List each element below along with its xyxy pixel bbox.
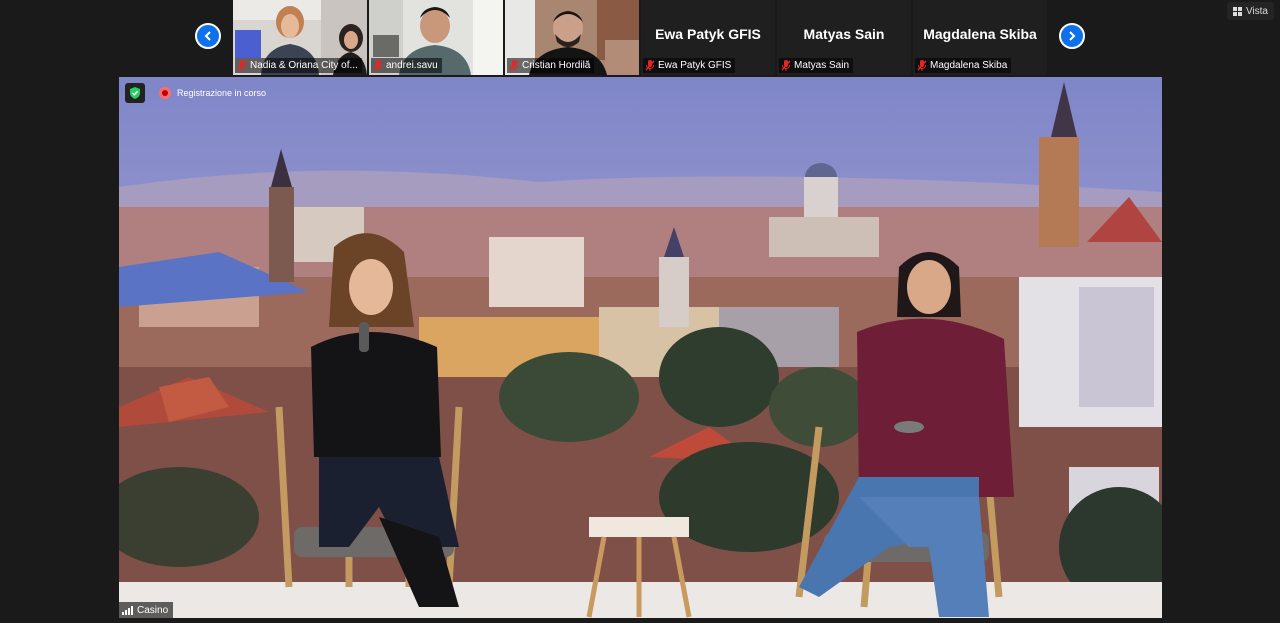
chevron-right-icon — [1069, 31, 1076, 41]
participant-display-name: Matyas Sain — [803, 26, 885, 42]
participant-label: andrei.savu — [371, 58, 442, 73]
recording-bar: Registrazione in corso — [125, 83, 266, 103]
speaker-video-frame — [119, 77, 1162, 618]
participant-tile[interactable]: Magdalena Skiba Magdalena Skiba — [913, 0, 1047, 75]
muted-mic-icon — [917, 60, 927, 71]
participant-name: Ewa Patyk GFIS — [658, 60, 732, 71]
speaker-label: Casino — [119, 602, 174, 618]
chevron-left-icon — [204, 31, 211, 41]
grid-icon — [1232, 6, 1242, 16]
participant-label: Nadia & Oriana City of... — [235, 58, 362, 73]
prev-page-button[interactable] — [195, 23, 221, 49]
participant-name: Cristian Hordilă — [522, 60, 591, 71]
participant-name: Matyas Sain — [794, 60, 850, 71]
recording-status: Registrazione in corso — [177, 88, 267, 98]
participant-display-name: Ewa Patyk GFIS — [655, 26, 761, 42]
view-button[interactable]: Vista — [1226, 2, 1274, 20]
participant-display-name: Magdalena Skiba — [923, 26, 1037, 42]
participant-tile[interactable]: Cristian Hordilă — [505, 0, 639, 75]
record-icon — [159, 87, 171, 99]
muted-mic-icon — [509, 60, 519, 71]
active-speaker-video[interactable]: Registrazione in corso Casino — [119, 77, 1162, 618]
participant-name: Nadia & Oriana City of... — [250, 60, 358, 71]
participant-name: andrei.savu — [386, 60, 438, 71]
signal-bars-icon — [122, 605, 133, 615]
muted-mic-icon — [645, 60, 655, 71]
next-page-button[interactable] — [1059, 23, 1085, 49]
participant-label: Matyas Sain — [779, 58, 854, 73]
muted-mic-icon — [781, 60, 791, 71]
speaker-name: Casino — [137, 604, 169, 616]
muted-mic-icon — [237, 60, 247, 71]
view-button-label: Vista — [1245, 5, 1268, 17]
muted-mic-icon — [373, 60, 383, 71]
shield-check-icon — [130, 87, 140, 99]
participant-label: Ewa Patyk GFIS — [643, 58, 736, 73]
participant-name: Magdalena Skiba — [930, 60, 1008, 71]
participant-tile[interactable]: Nadia & Oriana City of... — [233, 0, 367, 75]
participant-tile[interactable]: andrei.savu — [369, 0, 503, 75]
participant-label: Cristian Hordilă — [507, 58, 595, 73]
encryption-badge[interactable] — [125, 83, 145, 103]
participant-label: Magdalena Skiba — [915, 58, 1012, 73]
participant-tile[interactable]: Ewa Patyk GFIS Ewa Patyk GFIS — [641, 0, 775, 75]
participant-tile[interactable]: Matyas Sain Matyas Sain — [777, 0, 911, 75]
